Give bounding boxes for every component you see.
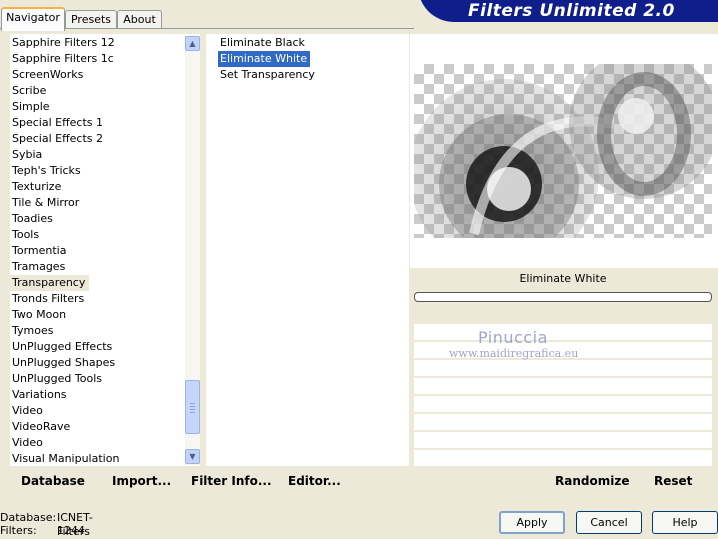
category-item[interactable]: Sapphire Filters 1c [10, 51, 186, 67]
database-label: Database: [0, 511, 57, 524]
category-item[interactable]: Tramages [10, 259, 186, 275]
preview-filter-name: Eliminate White [519, 272, 607, 285]
help-button[interactable]: Help [652, 511, 718, 534]
category-item[interactable]: Tormentia [10, 243, 186, 259]
app-banner: Filters Unlimited 2.0 [418, 0, 718, 22]
category-item[interactable]: Variations [10, 387, 186, 403]
param-row [414, 414, 712, 430]
preview-image [414, 64, 712, 238]
filter-item[interactable]: Eliminate Black [218, 35, 305, 51]
database-info: Database: ICNET-Filters [0, 511, 93, 538]
tab-navigator[interactable]: Navigator [1, 7, 65, 31]
database-button[interactable]: Database [21, 473, 85, 489]
tab-about[interactable]: About [117, 10, 162, 29]
category-item[interactable]: Video [10, 403, 186, 419]
randomize-button[interactable]: Randomize [555, 473, 629, 489]
param-row [414, 432, 712, 448]
scrollbar-thumb[interactable] [185, 380, 200, 434]
parameter-slider[interactable] [414, 292, 712, 302]
param-row [414, 450, 712, 466]
filter-item[interactable]: Eliminate White [218, 51, 311, 67]
watermark-name: Pinuccia [478, 328, 548, 347]
category-item[interactable]: Simple [10, 99, 186, 115]
category-item[interactable]: Tile & Mirror [10, 195, 186, 211]
category-item[interactable]: Two Moon [10, 307, 186, 323]
filter-list[interactable]: Eliminate Black Eliminate White Set Transp… [218, 35, 403, 83]
category-list[interactable]: Sapphire Filters 12 Sapphire Filters 1c Sc… [10, 35, 186, 467]
filters-count: 1244 [57, 524, 85, 537]
category-item[interactable]: Special Effects 1 [10, 115, 186, 131]
category-item[interactable]: UnPlugged Effects [10, 339, 186, 355]
category-item[interactable]: ScreenWorks [10, 67, 186, 83]
cancel-button[interactable]: Cancel [576, 511, 642, 534]
category-item[interactable]: Toadies [10, 211, 186, 227]
category-item[interactable]: Sybia [10, 147, 186, 163]
category-item[interactable]: UnPlugged Shapes [10, 355, 186, 371]
watermark-url: www.maidiregrafica.eu [449, 347, 579, 360]
apply-button[interactable]: Apply [499, 511, 565, 534]
category-item[interactable]: Texturize [10, 179, 186, 195]
filter-pane [206, 34, 409, 466]
category-item[interactable]: Special Effects 2 [10, 131, 186, 147]
import-button[interactable]: Import... [112, 473, 171, 489]
category-item[interactable]: Visual Manipulation [10, 451, 186, 467]
chevron-down-icon: ▼ [189, 452, 196, 461]
category-item[interactable]: Video [10, 435, 186, 451]
filter-item[interactable]: Set Transparency [218, 67, 315, 83]
app-title: Filters Unlimited 2.0 [468, 1, 675, 21]
param-row [414, 324, 712, 340]
category-item[interactable]: Sapphire Filters 12 [10, 35, 186, 51]
param-row [414, 378, 712, 394]
scroll-down-button[interactable]: ▼ [185, 449, 200, 464]
filters-label: Filters: [0, 524, 37, 537]
category-item[interactable]: Tymoes [10, 323, 186, 339]
param-row [414, 396, 712, 412]
preview-artwork [414, 64, 712, 238]
category-item[interactable]: Tools [10, 227, 186, 243]
filter-info-button[interactable]: Filter Info... [191, 473, 272, 489]
editor-button[interactable]: Editor... [288, 473, 341, 489]
category-item[interactable]: Tronds Filters [10, 291, 186, 307]
category-item[interactable]: UnPlugged Tools [10, 371, 186, 387]
category-item[interactable]: VideoRave [10, 419, 186, 435]
scroll-up-button[interactable]: ▲ [185, 36, 200, 51]
category-item[interactable]: Scribe [10, 83, 186, 99]
tab-presets[interactable]: Presets [65, 10, 117, 29]
reset-button[interactable]: Reset [654, 473, 692, 489]
category-item[interactable]: Transparency [10, 275, 90, 291]
filters-info: Filters: 1244 [0, 524, 85, 538]
category-item[interactable]: Teph's Tricks [10, 163, 186, 179]
chevron-up-icon: ▲ [189, 39, 196, 48]
param-row [414, 360, 712, 376]
